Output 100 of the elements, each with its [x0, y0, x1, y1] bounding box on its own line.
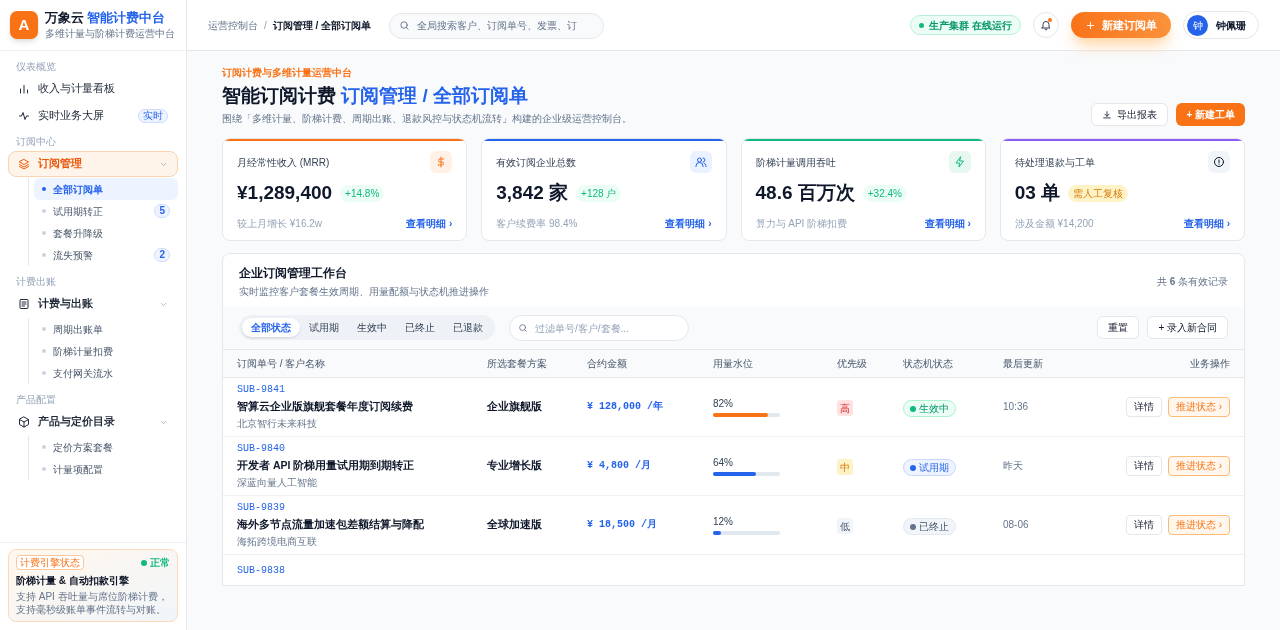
- customer-name: 北京智行未来科技: [237, 416, 318, 431]
- subscription-title: 智算云企业版旗舰套餐年度订阅续费: [237, 399, 414, 415]
- layers-icon: [18, 158, 30, 170]
- stat-note: 涉及金额 ¥14,200: [1014, 216, 1094, 231]
- nav-subitem[interactable]: 计量项配置: [34, 458, 178, 480]
- record-count: 共 6 条有效记录: [1156, 274, 1228, 289]
- logo-badge: A: [10, 11, 38, 39]
- document-icon: [18, 298, 30, 310]
- column-header: 优先级: [837, 356, 868, 371]
- details-button[interactable]: 详情: [1125, 455, 1162, 476]
- workbench-title: 企业订阅管理工作台: [239, 264, 348, 282]
- section-label: 订阅中心: [15, 135, 57, 149]
- user-avatar: 钟: [1187, 14, 1208, 36]
- filter-search-field[interactable]: 过滤单号/客户/套餐...: [509, 315, 689, 341]
- delta-badge: +128 户: [576, 184, 622, 202]
- nav-item[interactable]: 计费与出账: [8, 291, 178, 317]
- subscription-id-link[interactable]: SUB-9838: [237, 562, 487, 578]
- nav-subitem[interactable]: 全部订阅单: [34, 178, 178, 200]
- filter-tab[interactable]: 已终止: [396, 318, 444, 337]
- column-header: 所选套餐方案: [487, 356, 548, 371]
- search-icon: [518, 322, 528, 333]
- last-updated: 08-06: [1003, 518, 1030, 532]
- export-button[interactable]: 导出报表: [1091, 103, 1169, 126]
- customer-name: 海拓跨境电商互联: [237, 534, 318, 549]
- stat-note: 算力与 API 阶梯扣费: [755, 216, 848, 231]
- live-badge: 实时: [138, 109, 168, 123]
- nav-subitem[interactable]: 阶梯计量扣费: [34, 340, 178, 362]
- contract-amount: ¥ 18,500 /月: [587, 518, 658, 532]
- contract-amount: ¥ 128,000 /年: [587, 400, 664, 414]
- column-header: 合约金额: [587, 356, 628, 371]
- details-button[interactable]: 详情: [1125, 396, 1162, 417]
- nav-subitem[interactable]: 流失预警 2: [34, 244, 178, 266]
- filter-tab[interactable]: 全部状态: [242, 318, 300, 337]
- page-subtitle: 围绕「多维计量、阶梯计费、周期出账、退款风控与状态机流转」构建的企业级运营控制台。: [222, 112, 632, 126]
- reset-button[interactable]: 重置: [1097, 316, 1140, 339]
- users-icon: [694, 156, 707, 168]
- stat-note: 客户续费率 98.4%: [496, 216, 578, 231]
- status-text: 正常: [150, 556, 170, 570]
- subscription-title: 开发者 API 阶梯用量试用期到期转正: [237, 458, 416, 474]
- details-link[interactable]: 查看明细 ›: [665, 215, 712, 231]
- nav-subitem[interactable]: 定价方案套餐: [34, 436, 178, 458]
- nav-item[interactable]: 产品与定价目录: [8, 409, 178, 435]
- stat-label: 阶梯计量调用吞吐: [755, 155, 836, 170]
- bell-icon: [1040, 19, 1052, 31]
- stat-label: 待处理退款与工单: [1014, 155, 1095, 170]
- stat-value: 03 单: [1014, 181, 1061, 205]
- nav-subitem[interactable]: 支付网关流水: [34, 362, 178, 384]
- exclamation-circle-icon: [1213, 156, 1225, 168]
- nav-subitem[interactable]: 试用期转正 5: [34, 200, 178, 222]
- nav-subitem[interactable]: 套餐升降级: [34, 222, 178, 244]
- section-label: 计费出账: [15, 275, 57, 289]
- stat-note: 较上月增长 ¥16.2w: [237, 216, 323, 231]
- priority-badge: 中: [837, 459, 853, 475]
- breadcrumb-item[interactable]: 运营控制台: [208, 17, 258, 33]
- nav-item[interactable]: 实时业务大屏 实时: [8, 103, 178, 129]
- details-button[interactable]: 详情: [1125, 514, 1162, 535]
- stat-label: 月经常性收入 (MRR): [237, 155, 330, 170]
- user-menu[interactable]: 钟 钟佩珊: [1183, 11, 1259, 39]
- status-badge: 已终止: [903, 518, 956, 535]
- usage-reading: 82%: [713, 397, 734, 411]
- stat-label: 有效订阅企业总数: [496, 155, 577, 170]
- engine-description: 支持 API 吞吐量与席位阶梯计费，支持毫秒级账单事件流转与对账。: [16, 590, 169, 616]
- status-badge: 生效中: [903, 400, 956, 417]
- plan-name: 企业旗舰版: [487, 398, 543, 414]
- cluster-status-badge: 生产集群 在线运行: [910, 15, 1021, 35]
- last-updated: 10:36: [1003, 400, 1030, 414]
- subscription-title: 海外多节点流量加速包差额结算与降配: [237, 517, 425, 533]
- notification-button[interactable]: [1033, 12, 1059, 38]
- search-field[interactable]: 全局搜索客户、订阅单号、发票、订: [389, 12, 605, 39]
- plan-name: 全球加速版: [487, 516, 543, 532]
- engine-title: 阶梯计量 & 自动扣款引擎: [16, 574, 130, 588]
- subscription-id-link[interactable]: SUB-9841: [237, 382, 487, 398]
- count-badge: 2: [154, 248, 170, 262]
- usage-reading: 12%: [713, 515, 734, 529]
- subscription-id-link[interactable]: SUB-9839: [237, 500, 487, 516]
- filter-tab[interactable]: 试用期: [300, 318, 348, 337]
- nav-subitem[interactable]: 周期出账单: [34, 318, 178, 340]
- stat-value: 48.6 百万次: [755, 181, 855, 205]
- subscription-id-link[interactable]: SUB-9840: [237, 441, 487, 457]
- details-link[interactable]: 查看明细 ›: [406, 215, 453, 231]
- page-title: 智能订阅计费 订阅管理 / 全部订阅单: [222, 84, 530, 108]
- section-label: 仪表概览: [15, 60, 57, 74]
- nav-item[interactable]: 收入与计量看板: [8, 76, 178, 102]
- page-eyebrow: 订阅计费与多维计量运营中台: [222, 66, 353, 80]
- cube-icon: [18, 416, 30, 428]
- filter-tab[interactable]: 生效中: [348, 318, 396, 337]
- delta-badge: 需人工复核: [1068, 184, 1129, 202]
- priority-badge: 低: [837, 518, 853, 534]
- lightning-bolt-icon: [953, 156, 966, 168]
- last-updated: 昨天: [1003, 459, 1024, 473]
- contract-amount: ¥ 4,800 /月: [587, 459, 652, 473]
- filter-tab[interactable]: 已退款: [444, 318, 492, 337]
- details-link[interactable]: 查看明细 ›: [1183, 215, 1230, 231]
- status-tag: 计费引擎状态: [16, 555, 84, 570]
- breadcrumb-separator: /: [264, 18, 267, 33]
- stat-value: ¥1,289,400: [237, 181, 333, 205]
- brand-tagline: 多维计量与阶梯计费运营中台: [45, 26, 175, 41]
- column-header: 业务操作: [1189, 356, 1230, 371]
- add-contract-button[interactable]: + 录入新合同: [1147, 316, 1228, 339]
- details-link[interactable]: 查看明细 ›: [924, 215, 971, 231]
